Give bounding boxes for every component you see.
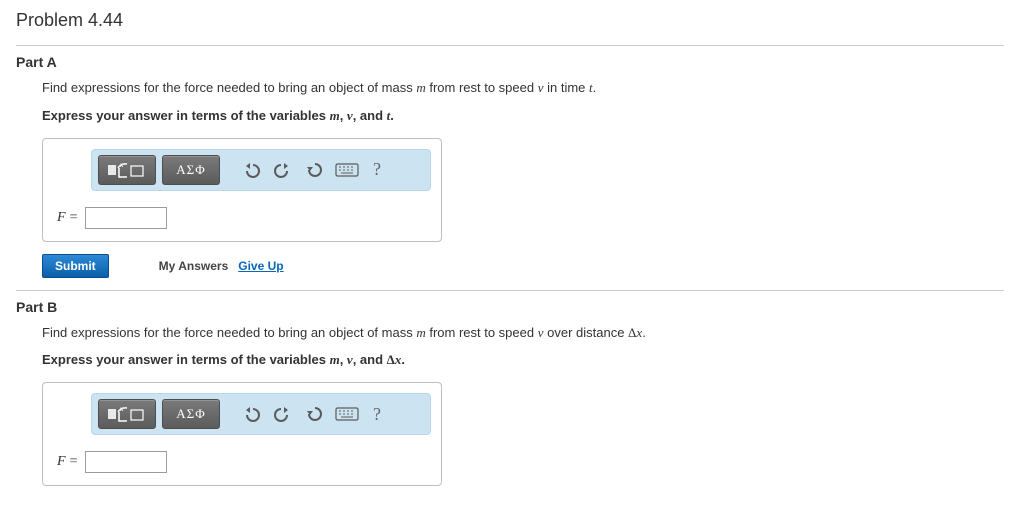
keyboard-icon: [335, 406, 359, 422]
give-up-link[interactable]: Give Up: [238, 259, 283, 273]
reset-icon: [305, 161, 325, 179]
reset-button[interactable]: [302, 400, 328, 428]
part-a: Part A Find expressions for the force ne…: [16, 54, 1004, 278]
part-b-prompt: Find expressions for the force needed to…: [42, 323, 1004, 343]
part-a-hint: Express your answer in terms of the vari…: [42, 108, 1004, 124]
equation-toolbar: x ΑΣΦ: [91, 149, 431, 191]
redo-button[interactable]: [270, 400, 296, 428]
my-answers-link[interactable]: My Answers: [159, 259, 229, 273]
templates-button[interactable]: x: [98, 399, 156, 429]
divider: [16, 45, 1004, 46]
problem-title: Problem 4.44: [16, 10, 1004, 31]
expr-label-a: F=: [57, 210, 77, 226]
answer-box-a: x ΑΣΦ: [42, 138, 442, 242]
undo-icon: [241, 405, 261, 423]
reset-button[interactable]: [302, 156, 328, 184]
templates-icon: x: [107, 161, 147, 179]
answer-input-b[interactable]: [85, 451, 167, 473]
part-a-prompt: Find expressions for the force needed to…: [42, 78, 1004, 98]
redo-icon: [273, 161, 293, 179]
part-a-label: Part A: [16, 54, 1004, 70]
redo-icon: [273, 405, 293, 423]
actions-row-a: Submit My Answers Give Up: [42, 254, 1004, 278]
answer-box-b: x ΑΣΦ: [42, 382, 442, 486]
redo-button[interactable]: [270, 156, 296, 184]
part-b-hint: Express your answer in terms of the vari…: [42, 352, 1004, 368]
keyboard-button[interactable]: [334, 156, 360, 184]
divider: [16, 290, 1004, 291]
greek-button[interactable]: ΑΣΦ: [162, 155, 220, 185]
part-b: Part B Find expressions for the force ne…: [16, 299, 1004, 487]
answer-input-a[interactable]: [85, 207, 167, 229]
templates-icon: x: [107, 405, 147, 423]
help-button[interactable]: ?: [366, 400, 388, 428]
expr-label-b: F=: [57, 454, 77, 470]
part-b-label: Part B: [16, 299, 1004, 315]
keyboard-button[interactable]: [334, 400, 360, 428]
undo-icon: [241, 161, 261, 179]
undo-button[interactable]: [238, 400, 264, 428]
equation-toolbar: x ΑΣΦ: [91, 393, 431, 435]
reset-icon: [305, 405, 325, 423]
submit-button[interactable]: Submit: [42, 254, 109, 278]
help-button[interactable]: ?: [366, 156, 388, 184]
greek-button[interactable]: ΑΣΦ: [162, 399, 220, 429]
undo-button[interactable]: [238, 156, 264, 184]
keyboard-icon: [335, 162, 359, 178]
templates-button[interactable]: x: [98, 155, 156, 185]
